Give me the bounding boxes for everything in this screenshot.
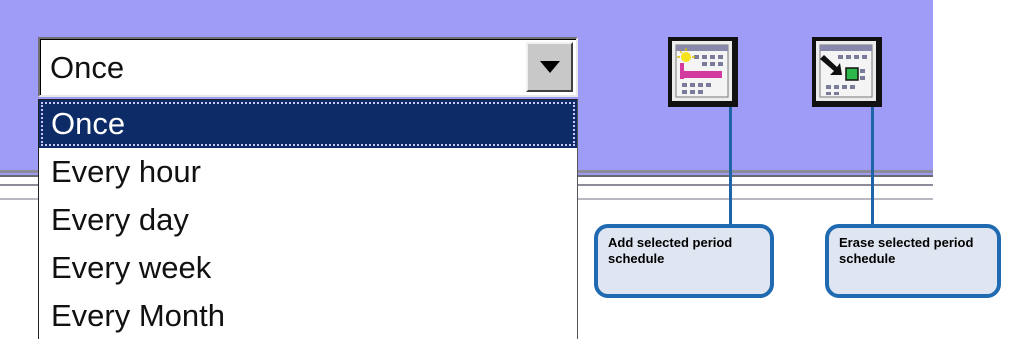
callout-connector bbox=[871, 107, 874, 227]
dropdown-option-once[interactable]: Once bbox=[39, 100, 577, 148]
erase-schedule-callout: Erase selected period schedule bbox=[825, 224, 1001, 298]
add-schedule-callout-text: Add selected period schedule bbox=[608, 235, 733, 266]
add-schedule-button[interactable] bbox=[668, 37, 738, 107]
erase-schedule-callout-text: Erase selected period schedule bbox=[839, 235, 974, 266]
dropdown-option-every-hour[interactable]: Every hour bbox=[39, 148, 577, 196]
dropdown-list: Once Every hour Every day Every week Eve… bbox=[38, 99, 578, 339]
erase-schedule-button[interactable] bbox=[812, 37, 882, 107]
dropdown-arrow-button[interactable] bbox=[526, 42, 573, 92]
dropdown-option-every-month[interactable]: Every Month bbox=[39, 292, 577, 340]
select-current-value: Once bbox=[50, 50, 125, 85]
add-schedule-callout: Add selected period schedule bbox=[594, 224, 774, 298]
calendar-add-icon bbox=[672, 41, 732, 101]
triangle-down-icon bbox=[540, 61, 560, 73]
calendar-erase-icon bbox=[816, 41, 876, 101]
callout-connector bbox=[729, 107, 732, 227]
dropdown-option-every-week[interactable]: Every week bbox=[39, 244, 577, 292]
schedule-frequency-select[interactable]: Once bbox=[38, 37, 578, 97]
dropdown-option-every-day[interactable]: Every day bbox=[39, 196, 577, 244]
